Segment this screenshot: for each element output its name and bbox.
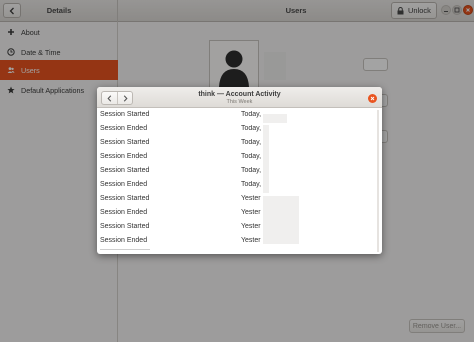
event-label: Session Ended [100,153,148,160]
list-item: Session Started Today, [97,165,382,179]
event-time: Today, [241,181,262,188]
dialog-close-button[interactable] [368,94,377,103]
event-time: Today, [241,125,262,132]
list-item: Session Started Yester [97,193,382,207]
event-label: Session Ended [100,237,148,244]
list-item: Session Ended Yester [97,235,382,249]
list-item-partial [97,249,382,254]
event-label: Session Started [100,167,150,174]
dialog-subtitle: This Week [226,99,253,105]
account-activity-dialog: think — Account Activity This Week Sessi… [97,87,382,254]
list-item: Session Started Today, [97,109,382,123]
list-item: Session Ended Today, [97,123,382,137]
redacted-time [263,114,287,123]
scrollbar[interactable] [377,110,379,252]
event-time: Yester [241,237,261,244]
list-item: Session Ended Yester [97,207,382,221]
cutoff-text-fragment [100,249,150,250]
redacted-time [263,196,299,244]
event-time: Today, [241,139,262,146]
activity-list: Session Started Today, Session Ended Today… [97,108,382,254]
list-item: Session Ended Today, [97,151,382,165]
event-label: Session Started [100,223,150,230]
event-time: Today, [241,153,262,160]
event-time: Yester [241,209,261,216]
list-item: Session Started Yester [97,221,382,235]
close-icon [370,96,375,101]
event-label: Session Ended [100,209,148,216]
dialog-title: think — Account Activity [198,91,281,98]
event-time: Today, [241,167,262,174]
event-label: Session Started [100,195,150,202]
event-label: Session Started [100,111,150,118]
list-item: Session Started Today, [97,137,382,151]
dialog-header: think — Account Activity This Week [97,87,382,108]
redacted-time [263,125,269,193]
event-time: Today, [241,111,262,118]
event-time: Yester [241,223,261,230]
event-label: Session Ended [100,181,148,188]
list-item: Session Ended Today, [97,179,382,193]
event-label: Session Ended [100,125,148,132]
event-label: Session Started [100,139,150,146]
event-time: Yester [241,195,261,202]
